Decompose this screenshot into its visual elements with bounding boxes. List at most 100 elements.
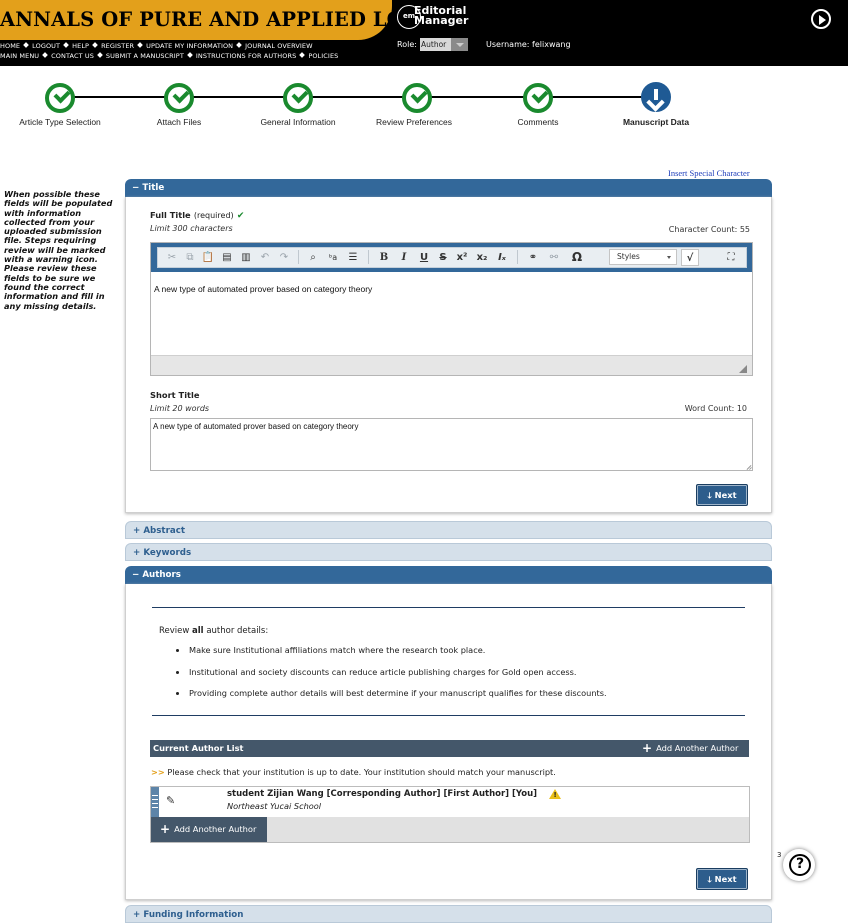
help-question-icon[interactable]: ? [789, 854, 811, 876]
math-icon[interactable]: √ [681, 249, 699, 266]
nav-link-help[interactable]: HELP [72, 42, 89, 50]
required-text: (required) [193, 211, 234, 220]
panel-header-abstract[interactable]: + Abstract [125, 521, 772, 539]
nav-link-update-info[interactable]: UPDATE MY INFORMATION [146, 42, 233, 50]
full-title-label: Full Title [150, 210, 191, 220]
step-article-type-done-icon[interactable] [45, 83, 75, 113]
panel-header-funding[interactable]: + Funding Information [125, 905, 772, 923]
step-review-prefs-done-icon[interactable] [402, 83, 432, 113]
step-comments-done-icon[interactable] [523, 83, 553, 113]
divider [152, 607, 745, 608]
arrow-down-icon: 🡓 [707, 875, 712, 884]
resize-handle-icon[interactable] [744, 462, 752, 470]
nav-separator [97, 52, 103, 58]
play-tutorial-icon[interactable] [811, 9, 831, 29]
resize-handle-icon[interactable] [739, 365, 747, 373]
remove-format-icon[interactable]: Iₓ [493, 249, 511, 266]
author-name[interactable]: student Zijian Wang [Corresponding Autho… [227, 789, 537, 799]
role-select[interactable]: Author [420, 38, 468, 51]
expand-icon: + [133, 548, 141, 558]
maximize-icon[interactable]: ⛶ [722, 249, 740, 266]
username-text: Username: felixwang [486, 40, 571, 49]
nav-link-journal-overview[interactable]: JOURNAL OVERVIEW [245, 42, 313, 50]
cut-icon[interactable]: ✂ [163, 249, 181, 266]
paste-icon[interactable]: 📋 [199, 249, 217, 266]
drag-handle-icon[interactable] [151, 787, 159, 817]
next-button-authors[interactable]: 🡓 Next [696, 868, 748, 890]
add-author-label: Add Another Author [656, 743, 739, 753]
step-manuscript-data-current-icon[interactable] [641, 82, 671, 112]
nav-link-contact[interactable]: CONTACT US [51, 52, 94, 60]
find-icon[interactable]: ⌕ [304, 249, 322, 266]
short-title-value[interactable]: A new type of automated prover based on … [153, 422, 358, 431]
bullet-text: Make sure Institutional affiliations mat… [189, 645, 486, 655]
next-button-title[interactable]: 🡓 Next [696, 484, 748, 506]
select-all-icon[interactable]: ☰ [344, 249, 362, 266]
nav-link-home[interactable]: HOME [0, 42, 20, 50]
nav-link-register[interactable]: REGISTER [101, 42, 134, 50]
review-all-text: Review all author details: [159, 626, 268, 636]
warning-icon [549, 789, 561, 799]
insert-special-character-link[interactable]: Insert Special Character [668, 168, 750, 178]
paste-word-icon[interactable]: ▥ [237, 249, 255, 266]
nav-separator [23, 42, 29, 48]
underline-icon[interactable]: U [415, 249, 433, 266]
panel-header-keywords[interactable]: + Keywords [125, 543, 772, 561]
replace-icon[interactable]: ᵇa [324, 249, 342, 266]
subscript-icon[interactable]: x₂ [473, 249, 491, 266]
panel-header-title[interactable]: − Title [125, 179, 772, 197]
strike-icon[interactable]: S [434, 249, 452, 266]
step-general-info-done-icon[interactable] [283, 83, 313, 113]
italic-icon[interactable]: I [395, 249, 413, 266]
panel-header-authors[interactable]: − Authors [125, 566, 772, 584]
add-another-author-link-top[interactable]: + Add Another Author [642, 740, 738, 757]
panel-title-keywords: Keywords [143, 548, 192, 558]
panel-title-funding: Funding Information [143, 910, 244, 920]
chevron-down-icon [451, 38, 468, 51]
edit-pencil-icon[interactable]: ✎ [166, 794, 175, 807]
redo-icon[interactable]: ↷ [275, 249, 293, 266]
short-title-limit: Limit 20 words [150, 404, 210, 413]
arrow-down-icon: 🡓 [707, 491, 712, 500]
superscript-icon[interactable]: x² [453, 249, 471, 266]
bullet-text: Institutional and society discounts can … [189, 667, 577, 677]
logo-line-2: Manager [414, 14, 469, 27]
copy-icon[interactable]: ⧉ [181, 249, 199, 266]
undo-icon[interactable]: ↶ [256, 249, 274, 266]
nav-link-main-menu[interactable]: MAIN MENU [0, 52, 39, 60]
author-institution: Northeast Yucai School [227, 801, 322, 811]
link-icon[interactable]: ⚭ [524, 249, 542, 266]
unlink-icon[interactable]: ⚯ [545, 249, 563, 266]
toolbar-separator [368, 250, 369, 264]
nav-link-logout[interactable]: LOGOUT [32, 42, 60, 50]
special-char-icon[interactable]: Ω [568, 249, 586, 266]
nav-link-policies[interactable]: POLICIES [308, 52, 338, 60]
step-label-attach-files: Attach Files [156, 117, 202, 127]
step-label-manuscript-data: Manuscript Data [622, 117, 690, 127]
nav-link-instructions[interactable]: INSTRUCTIONS FOR AUTHORS [196, 52, 296, 60]
toolbar-separator [298, 250, 299, 264]
add-another-author-button[interactable]: + Add Another Author [151, 817, 267, 842]
bold-icon[interactable]: B [375, 249, 393, 266]
bullet-text: Providing complete author details will b… [189, 688, 607, 698]
paste-text-icon[interactable]: ▤ [218, 249, 236, 266]
divider [152, 715, 745, 716]
progress-connector [60, 96, 657, 98]
bullet-discounts: Institutional and society discounts can … [176, 667, 577, 677]
step-attach-files-done-icon[interactable] [164, 83, 194, 113]
nav-separator [63, 42, 69, 48]
full-title-value[interactable]: A new type of automated prover based on … [154, 284, 372, 294]
styles-dropdown[interactable]: Styles [609, 249, 677, 265]
review-bold: all [192, 626, 204, 636]
short-title-label: Short Title [150, 390, 200, 400]
nav-separator [137, 42, 144, 48]
panel-title-title: Title [142, 183, 165, 193]
nav-line-1: HOME LOGOUT HELP REGISTER UPDATE MY INFORMAT… [0, 42, 313, 50]
nav-separator [236, 42, 242, 48]
sidebar-instructions: When possible these fields will be popul… [4, 189, 113, 311]
journal-title[interactable]: ANNALS OF PURE AND APPLIED LOGIC [0, 8, 445, 31]
note-text: Please check that your institution is up… [167, 767, 556, 777]
bullet-complete-details: Providing complete author details will b… [176, 688, 607, 698]
nav-link-submit[interactable]: SUBMIT A MANUSCRIPT [106, 52, 184, 60]
plus-icon: + [642, 741, 653, 755]
